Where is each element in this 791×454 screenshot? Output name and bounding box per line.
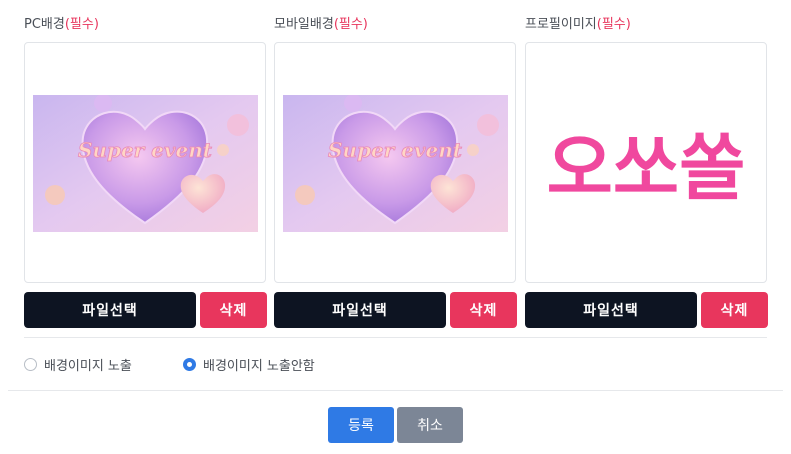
submit-button[interactable]: 등록 xyxy=(328,407,394,443)
delete-button[interactable]: 삭제 xyxy=(701,292,768,328)
cancel-button[interactable]: 취소 xyxy=(397,407,463,443)
pc-background-image: Super event xyxy=(33,95,258,232)
mobile-background-image: Super event xyxy=(283,95,508,232)
radio-label: 배경이미지 노출 xyxy=(44,358,132,374)
super-text: Super event xyxy=(78,138,213,162)
radio-button-checked[interactable] xyxy=(183,357,196,371)
file-select-button[interactable]: 파일선택 xyxy=(525,292,697,328)
super-text: Super event xyxy=(328,138,463,162)
radio-hide-background[interactable]: 배경이미지 노출안함 xyxy=(183,355,315,374)
divider xyxy=(24,337,767,338)
pc-background-label: PC배경(필수) xyxy=(24,13,99,32)
image-preview-box: 오쏘쏠 xyxy=(525,42,767,283)
profile-image-label: 프로필이미지(필수) xyxy=(525,13,631,32)
image-preview-box: Super event xyxy=(274,42,516,283)
radio-button[interactable] xyxy=(24,357,37,371)
divider xyxy=(8,390,783,391)
image-preview-box: Super event xyxy=(24,42,266,283)
file-select-button[interactable]: 파일선택 xyxy=(24,292,196,328)
required-mark: (필수) xyxy=(596,17,631,32)
radio-label: 배경이미지 노출안함 xyxy=(203,358,315,374)
required-mark: (필수) xyxy=(64,17,99,32)
file-select-button[interactable]: 파일선택 xyxy=(274,292,446,328)
mobile-background-label: 모바일배경(필수) xyxy=(274,13,368,32)
field-label: 프로필이미지 xyxy=(525,17,597,32)
radio-show-background[interactable]: 배경이미지 노출 xyxy=(24,355,132,374)
field-label: PC배경 xyxy=(24,17,65,32)
delete-button[interactable]: 삭제 xyxy=(200,292,267,328)
delete-button[interactable]: 삭제 xyxy=(450,292,517,328)
profile-logo-image: 오쏘쏠 xyxy=(534,113,759,213)
field-label: 모바일배경 xyxy=(274,17,334,32)
required-mark: (필수) xyxy=(333,17,368,32)
logo-text: 오쏘쏠 xyxy=(547,126,746,210)
